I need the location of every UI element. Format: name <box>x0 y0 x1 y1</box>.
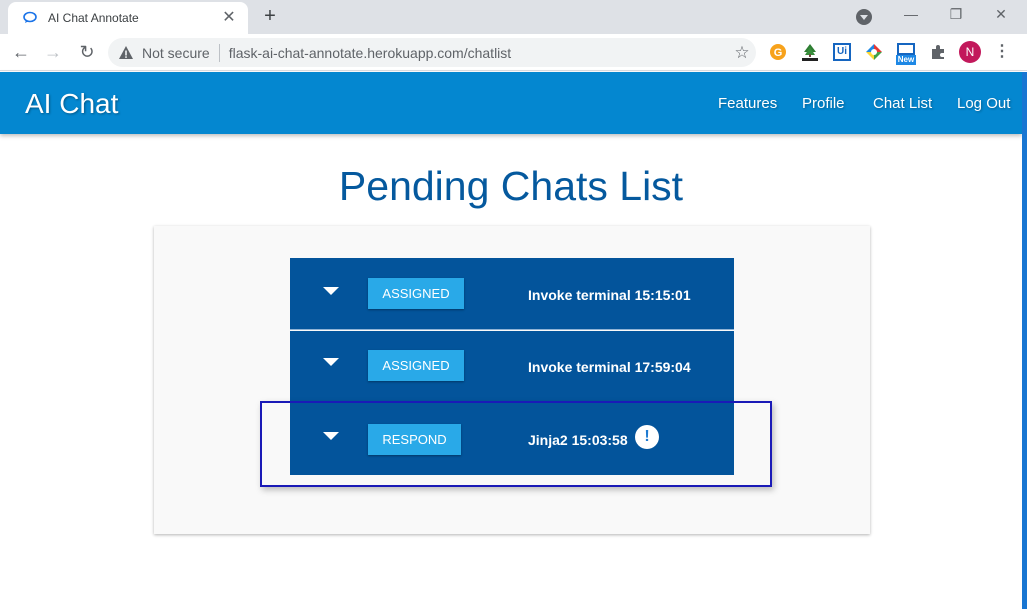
window-close-icon[interactable]: ✕ <box>986 4 1016 26</box>
caret-down-icon[interactable] <box>323 287 339 295</box>
app-navbar: AI Chat Features Profile Chat List Log O… <box>0 72 1022 134</box>
restore-icon[interactable]: ❐ <box>941 4 971 26</box>
ui-icon[interactable]: Ui <box>832 42 852 62</box>
new-tab-button[interactable]: + <box>258 5 282 29</box>
ui-icon-label: Ui <box>833 43 851 61</box>
chat-title: Invoke terminal 15:15:01 <box>528 287 691 303</box>
chat-row[interactable]: ASSIGNED Invoke terminal 17:59:04 <box>290 331 734 403</box>
assigned-button[interactable]: ASSIGNED <box>368 278 464 309</box>
reload-icon[interactable]: ↻ <box>74 40 100 66</box>
page-edge <box>1022 72 1027 609</box>
browser-tab-bar: AI Chat Annotate ✕ + — ❐ ✕ <box>0 0 1027 34</box>
g-icon[interactable]: G <box>768 42 788 62</box>
bookmark-star-icon[interactable]: ☆ <box>728 43 756 63</box>
chat-row[interactable]: RESPOND Jinja2 15:03:58 ! <box>290 403 734 475</box>
respond-button[interactable]: RESPOND <box>368 424 461 455</box>
minimize-icon[interactable]: — <box>896 4 926 26</box>
chat-favicon-icon <box>22 10 38 26</box>
color-icon[interactable] <box>864 42 884 62</box>
caret-down-icon[interactable] <box>323 432 339 440</box>
nav-chat-list[interactable]: Chat List <box>873 95 932 112</box>
tab-close-icon[interactable]: ✕ <box>220 10 238 26</box>
chat-title: Invoke terminal 17:59:04 <box>528 359 691 375</box>
alert-icon: ! <box>635 425 659 449</box>
assigned-button[interactable]: ASSIGNED <box>368 350 464 381</box>
caret-down-icon[interactable] <box>323 358 339 366</box>
alert-symbol: ! <box>644 428 650 445</box>
html-icon[interactable] <box>800 42 820 62</box>
tab-search-icon[interactable] <box>856 9 872 25</box>
address-bar[interactable]: Not secure flask-ai-chat-annotate.heroku… <box>108 38 756 67</box>
page-title: Pending Chats List <box>338 163 684 209</box>
new-badge-icon[interactable]: New <box>895 42 917 66</box>
nav-log-out[interactable]: Log Out <box>957 95 1010 112</box>
browser-tab[interactable]: AI Chat Annotate ✕ <box>8 2 248 34</box>
omnibox-divider <box>218 43 220 62</box>
not-secure-label: Not secure <box>142 44 210 61</box>
tab-title: AI Chat Annotate <box>48 11 139 25</box>
url-text[interactable]: flask-ai-chat-annotate.herokuapp.com/cha… <box>229 45 728 61</box>
chat-row[interactable]: ASSIGNED Invoke terminal 15:15:01 <box>290 258 734 330</box>
puzzle-icon[interactable] <box>928 42 948 62</box>
warning-icon <box>119 45 133 59</box>
chat-title: Jinja2 15:03:58 <box>528 432 628 448</box>
brand-logo[interactable]: AI Chat <box>25 88 118 120</box>
new-badge-label: New <box>895 55 917 65</box>
browser-menu-icon[interactable]: ⋮ <box>994 40 1010 64</box>
svg-text:G: G <box>774 47 783 59</box>
back-icon[interactable]: ← <box>8 40 34 66</box>
nav-profile[interactable]: Profile <box>802 95 845 112</box>
forward-icon[interactable]: → <box>40 40 66 66</box>
nav-features[interactable]: Features <box>718 95 777 112</box>
profile-avatar[interactable]: N <box>959 41 981 63</box>
